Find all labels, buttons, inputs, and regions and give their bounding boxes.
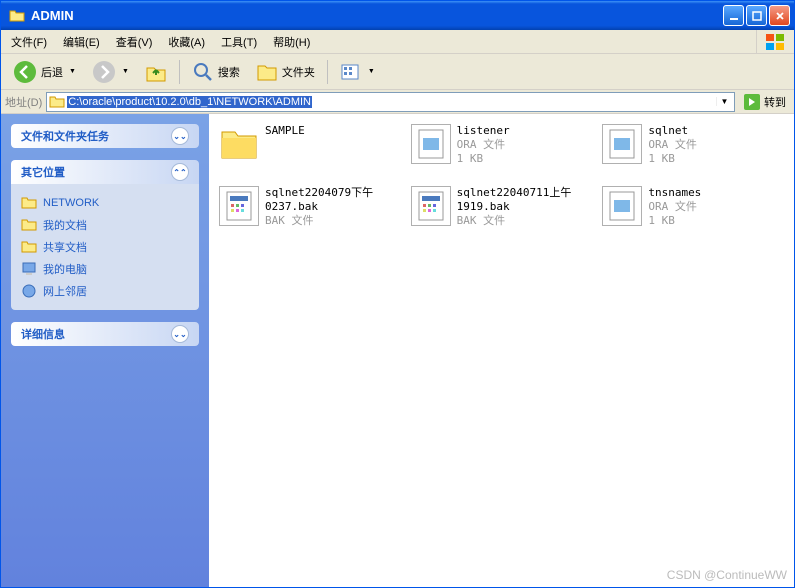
ora-file-icon: [411, 124, 451, 164]
forward-button[interactable]: ▼: [86, 57, 135, 87]
back-button[interactable]: 后退 ▼: [7, 57, 82, 87]
file-item[interactable]: sqlnetORA 文件1 KB: [602, 124, 784, 176]
file-item[interactable]: SAMPLE: [219, 124, 401, 176]
other-places-title: 其它位置: [21, 164, 65, 180]
menu-edit[interactable]: 编辑(E): [55, 31, 108, 53]
other-places-panel: 其它位置 ⌃⌃ NETWORK 我的文档 共享文档 我的电脑 网上邻居: [11, 160, 199, 310]
file-item[interactable]: tnsnamesORA 文件1 KB: [602, 186, 784, 238]
address-path: C:\oracle\product\10.2.0\db_1\NETWORK\AD…: [67, 96, 312, 108]
file-item[interactable]: listenerORA 文件1 KB: [411, 124, 593, 176]
bak-file-icon: [219, 186, 259, 226]
link-network-places[interactable]: 网上邻居: [21, 280, 189, 302]
back-label: 后退: [41, 64, 63, 80]
folder-icon: [219, 124, 259, 164]
folders-label: 文件夹: [282, 64, 315, 80]
search-button[interactable]: 搜索: [186, 57, 246, 87]
content-area: 文件和文件夹任务 ⌄⌄ 其它位置 ⌃⌃ NETWORK 我的文档 共享文档 我的…: [1, 114, 794, 587]
link-network[interactable]: NETWORK: [21, 192, 189, 214]
ora-file-icon: [602, 124, 642, 164]
menu-view[interactable]: 查看(V): [108, 31, 161, 53]
file-tasks-header[interactable]: 文件和文件夹任务 ⌄⌄: [11, 124, 199, 148]
address-label: 地址(D): [5, 94, 42, 110]
link-shared-documents[interactable]: 共享文档: [21, 236, 189, 258]
watermark: CSDN @ContinueWW: [667, 568, 787, 582]
go-label: 转到: [764, 94, 786, 110]
address-input[interactable]: C:\oracle\product\10.2.0\db_1\NETWORK\AD…: [46, 92, 735, 112]
chevron-down-icon: ▼: [368, 68, 375, 75]
link-my-computer[interactable]: 我的电脑: [21, 258, 189, 280]
maximize-button[interactable]: [746, 5, 767, 26]
ora-file-icon: [602, 186, 642, 226]
chevron-down-icon: ▼: [122, 68, 129, 75]
menu-favorites[interactable]: 收藏(A): [160, 31, 213, 53]
details-header[interactable]: 详细信息 ⌄⌄: [11, 322, 199, 346]
file-tasks-title: 文件和文件夹任务: [21, 128, 109, 144]
search-label: 搜索: [218, 64, 240, 80]
toolbar: 后退 ▼ ▼ 搜索 文件夹 ▼: [1, 54, 794, 90]
titlebar[interactable]: ADMIN: [1, 1, 794, 30]
details-title: 详细信息: [21, 326, 65, 342]
file-item[interactable]: sqlnet22040711上午1919.bakBAK 文件: [411, 186, 593, 238]
expand-icon[interactable]: ⌄⌄: [171, 325, 189, 343]
folders-button[interactable]: 文件夹: [250, 57, 321, 87]
file-item[interactable]: sqlnet2204079下午0237.bakBAK 文件: [219, 186, 401, 238]
bak-file-icon: [411, 186, 451, 226]
separator: [179, 60, 180, 84]
file-list[interactable]: SAMPLE listenerORA 文件1 KB sqlnetORA 文件1 …: [209, 114, 794, 587]
expand-icon[interactable]: ⌄⌄: [171, 127, 189, 145]
other-places-body: NETWORK 我的文档 共享文档 我的电脑 网上邻居: [11, 184, 199, 310]
link-my-documents[interactable]: 我的文档: [21, 214, 189, 236]
separator: [327, 60, 328, 84]
address-dropdown-icon[interactable]: ▼: [716, 97, 732, 106]
up-button[interactable]: [139, 57, 173, 87]
folder-icon: [49, 94, 65, 110]
view-button[interactable]: ▼: [334, 57, 381, 87]
tasks-sidebar: 文件和文件夹任务 ⌄⌄ 其它位置 ⌃⌃ NETWORK 我的文档 共享文档 我的…: [1, 114, 209, 587]
menu-tools[interactable]: 工具(T): [213, 31, 265, 53]
chevron-down-icon: ▼: [69, 68, 76, 75]
details-panel: 详细信息 ⌄⌄: [11, 322, 199, 346]
folder-icon: [9, 8, 25, 24]
menubar: 文件(F) 编辑(E) 查看(V) 收藏(A) 工具(T) 帮助(H): [1, 30, 794, 54]
explorer-window: ADMIN 文件(F) 编辑(E) 查看(V) 收藏(A) 工具(T) 帮助(H…: [0, 0, 795, 588]
other-places-header[interactable]: 其它位置 ⌃⌃: [11, 160, 199, 184]
file-tasks-panel: 文件和文件夹任务 ⌄⌄: [11, 124, 199, 148]
minimize-button[interactable]: [723, 5, 744, 26]
address-bar: 地址(D) C:\oracle\product\10.2.0\db_1\NETW…: [1, 90, 794, 114]
go-button[interactable]: 转到: [739, 92, 790, 112]
menu-file[interactable]: 文件(F): [3, 31, 55, 53]
menu-help[interactable]: 帮助(H): [265, 31, 318, 53]
windows-logo-icon: [756, 30, 792, 53]
close-button[interactable]: [769, 5, 790, 26]
window-title: ADMIN: [29, 8, 721, 23]
collapse-icon[interactable]: ⌃⌃: [171, 163, 189, 181]
